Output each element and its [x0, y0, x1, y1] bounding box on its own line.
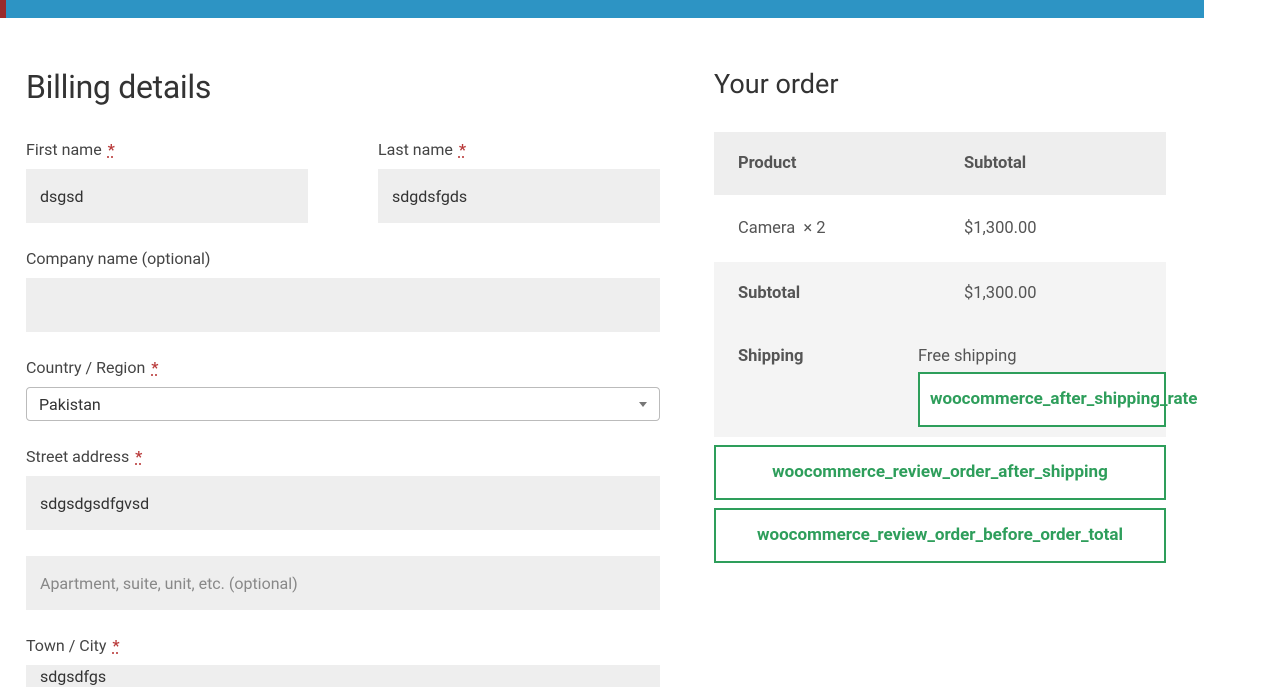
street-address-field: Street address * [26, 447, 660, 530]
order-subtotal-row: Subtotal $1,300.00 [714, 262, 1166, 325]
first-name-input[interactable] [26, 169, 308, 223]
shipping-value-cell: Free shipping woocommerce_after_shipping… [908, 325, 1166, 437]
top-accent-bar [0, 0, 1204, 18]
country-field: Country / Region * Pakistan [26, 358, 660, 421]
qty-prefix: × [803, 219, 816, 238]
hook-review-order-before-order-total: woocommerce_review_order_before_order_to… [714, 508, 1166, 563]
checkout-page: Billing details First name * Last name *… [0, 18, 1200, 687]
last-name-field: Last name * [378, 140, 660, 223]
required-mark: * [151, 358, 158, 377]
billing-section: Billing details First name * Last name *… [26, 68, 660, 687]
country-label: Country / Region * [26, 358, 660, 377]
city-label: Town / City * [26, 636, 660, 655]
order-table-header: Product Subtotal [714, 132, 1166, 195]
company-label: Company name (optional) [26, 249, 660, 268]
company-field: Company name (optional) [26, 249, 660, 332]
street-address-label: Street address * [26, 447, 660, 466]
street-address-2-field [26, 556, 660, 610]
street-address-input[interactable] [26, 476, 660, 530]
required-mark: * [112, 636, 119, 655]
city-field: Town / City * [26, 636, 660, 687]
required-mark: * [108, 140, 115, 159]
required-mark: * [135, 447, 142, 466]
last-name-input[interactable] [378, 169, 660, 223]
hook-review-order-after-shipping: woocommerce_review_order_after_shipping [714, 445, 1166, 500]
order-section: Your order Product Subtotal Camera × 2 $… [714, 68, 1166, 687]
street-address-2-input[interactable] [26, 556, 660, 610]
hook-after-shipping-rate: woocommerce_after_shipping_rate [918, 372, 1166, 427]
subtotal-value: $1,300.00 [940, 262, 1166, 325]
subtotal-label: Subtotal [714, 262, 940, 325]
last-name-label: Last name * [378, 140, 660, 159]
order-shipping-row: Shipping Free shipping woocommerce_after… [714, 325, 1166, 437]
city-input[interactable] [26, 665, 660, 687]
chevron-down-icon [639, 402, 647, 407]
required-mark: * [459, 140, 466, 159]
shipping-value: Free shipping [918, 347, 1016, 366]
country-selected-value: Pakistan [39, 395, 101, 414]
col-subtotal: Subtotal [940, 132, 1166, 195]
col-product: Product [714, 132, 940, 195]
billing-heading: Billing details [26, 68, 660, 106]
order-item-subtotal: $1,300.00 [940, 195, 1166, 262]
country-select[interactable]: Pakistan [26, 387, 660, 421]
first-name-label: First name * [26, 140, 308, 159]
order-item-name-cell: Camera × 2 [714, 195, 940, 262]
order-review-table: Product Subtotal Camera × 2 $1,300.00 Su… [714, 132, 1166, 437]
order-item-qty: 2 [816, 219, 825, 238]
first-name-field: First name * [26, 140, 308, 223]
company-input[interactable] [26, 278, 660, 332]
shipping-label: Shipping [714, 325, 908, 437]
order-heading: Your order [714, 68, 1166, 100]
order-item-row: Camera × 2 $1,300.00 [714, 195, 1166, 262]
